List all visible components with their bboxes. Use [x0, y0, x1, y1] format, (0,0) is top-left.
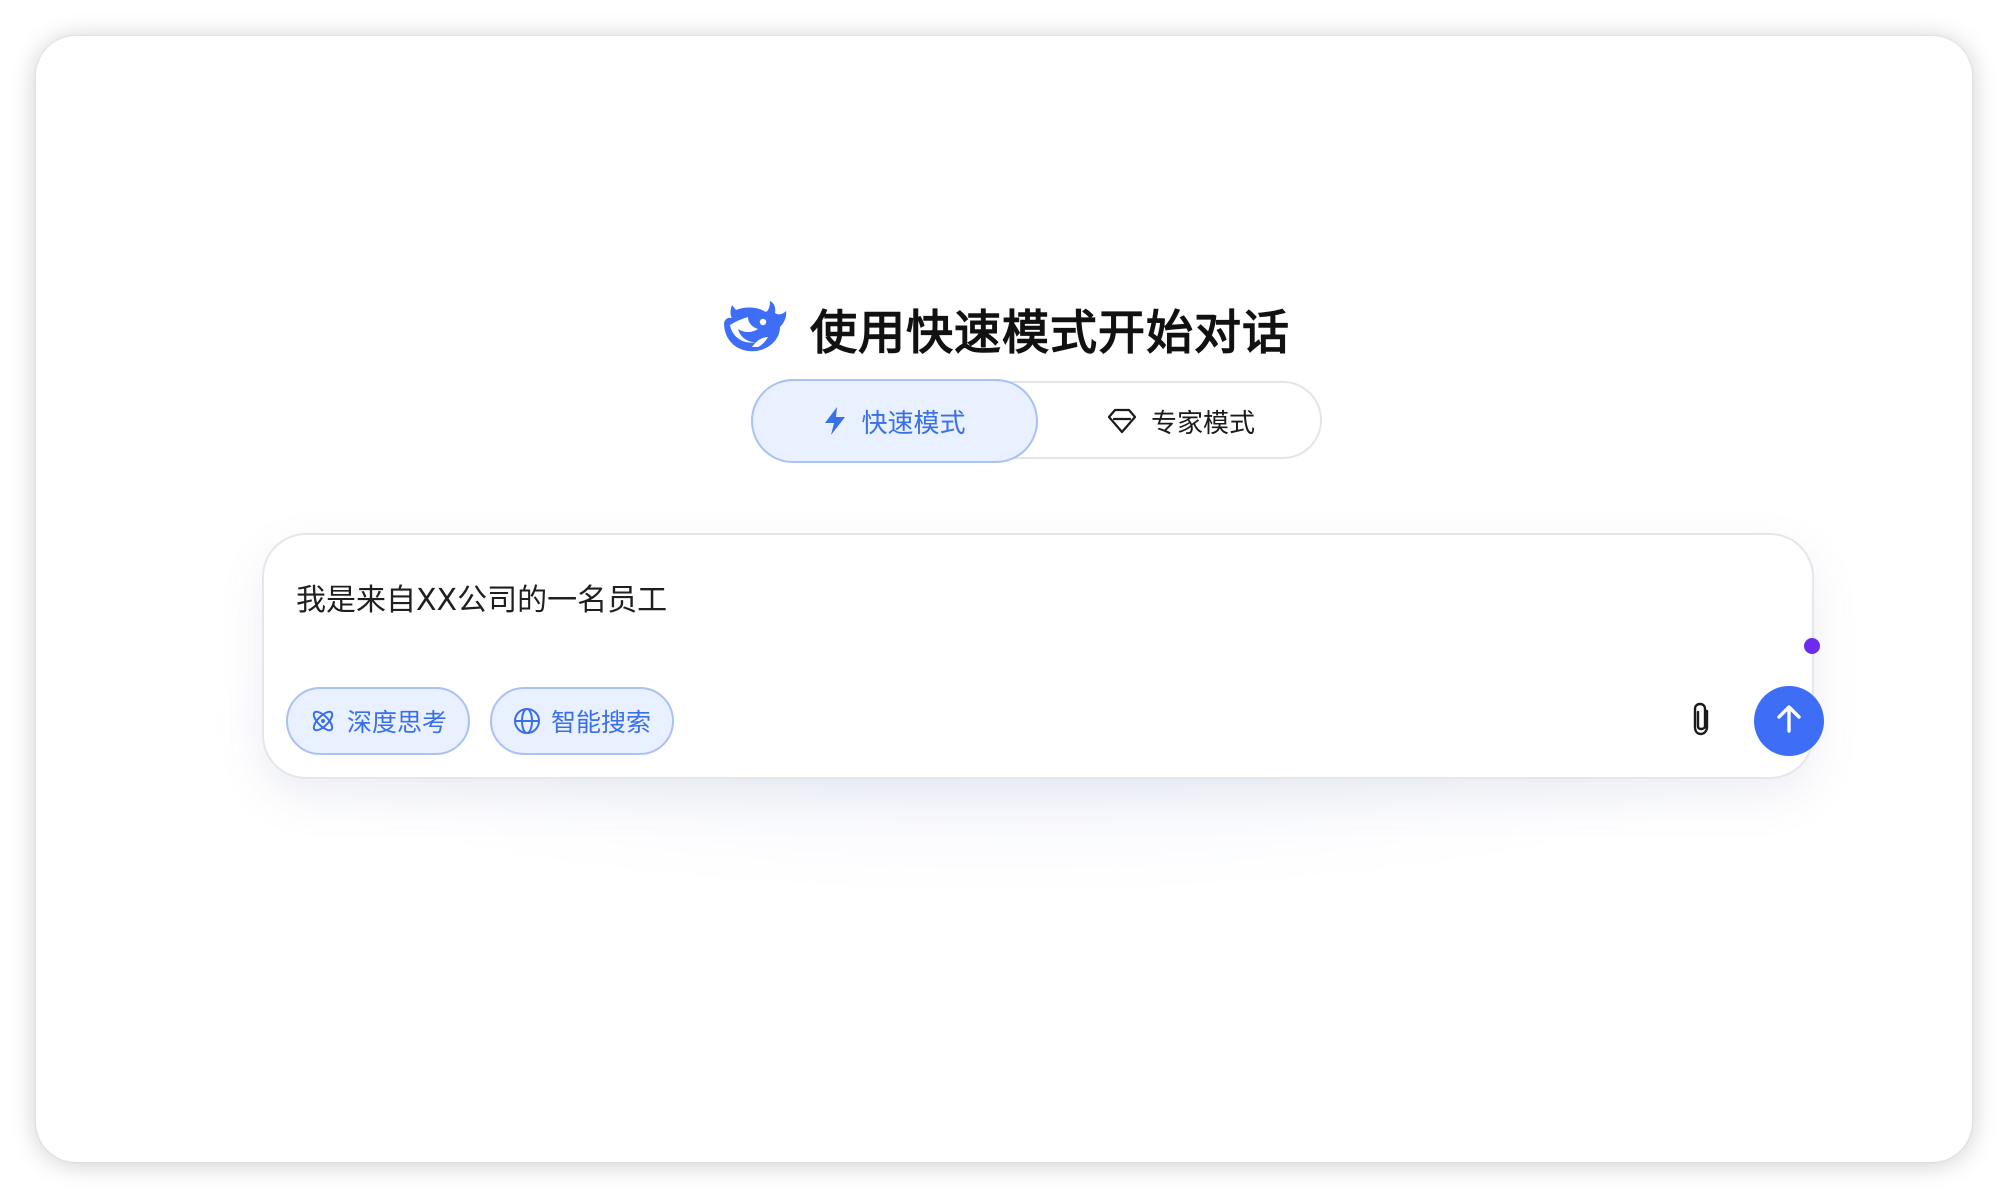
- deep-think-toggle[interactable]: 深度思考: [286, 687, 470, 755]
- paperclip-icon: [1689, 701, 1715, 741]
- send-button[interactable]: [1754, 686, 1824, 756]
- attach-button[interactable]: [1682, 701, 1722, 741]
- lightning-bolt-icon: [823, 406, 847, 436]
- web-search-label: 智能搜索: [550, 708, 651, 737]
- app-window: 使用快速模式开始对话 快速模式 专家模式 我是来自XX公司的一名员工 深度思考 …: [36, 36, 1972, 1162]
- status-dot: [1804, 638, 1820, 654]
- web-search-toggle[interactable]: 智能搜索: [490, 687, 674, 755]
- fast-mode-button[interactable]: 快速模式: [751, 379, 1038, 463]
- fast-mode-label: 快速模式: [861, 408, 966, 439]
- page-title: 使用快速模式开始对话: [810, 306, 1290, 361]
- mode-switch: 快速模式 专家模式: [751, 379, 1322, 463]
- deepseek-whale-icon: [718, 300, 788, 357]
- atom-icon: [309, 707, 337, 735]
- globe-icon: [513, 707, 541, 735]
- diamond-icon: [1107, 408, 1137, 434]
- chat-composer: 我是来自XX公司的一名员工 深度思考 智能搜索: [262, 533, 1824, 779]
- arrow-up-icon: [1772, 702, 1806, 740]
- page-heading: 使用快速模式开始对话: [36, 294, 1972, 363]
- expert-mode-label: 专家模式: [1150, 408, 1255, 439]
- message-input[interactable]: 我是来自XX公司的一名员工: [296, 575, 667, 619]
- deep-think-label: 深度思考: [346, 708, 447, 737]
- expert-mode-button[interactable]: 专家模式: [1038, 379, 1324, 463]
